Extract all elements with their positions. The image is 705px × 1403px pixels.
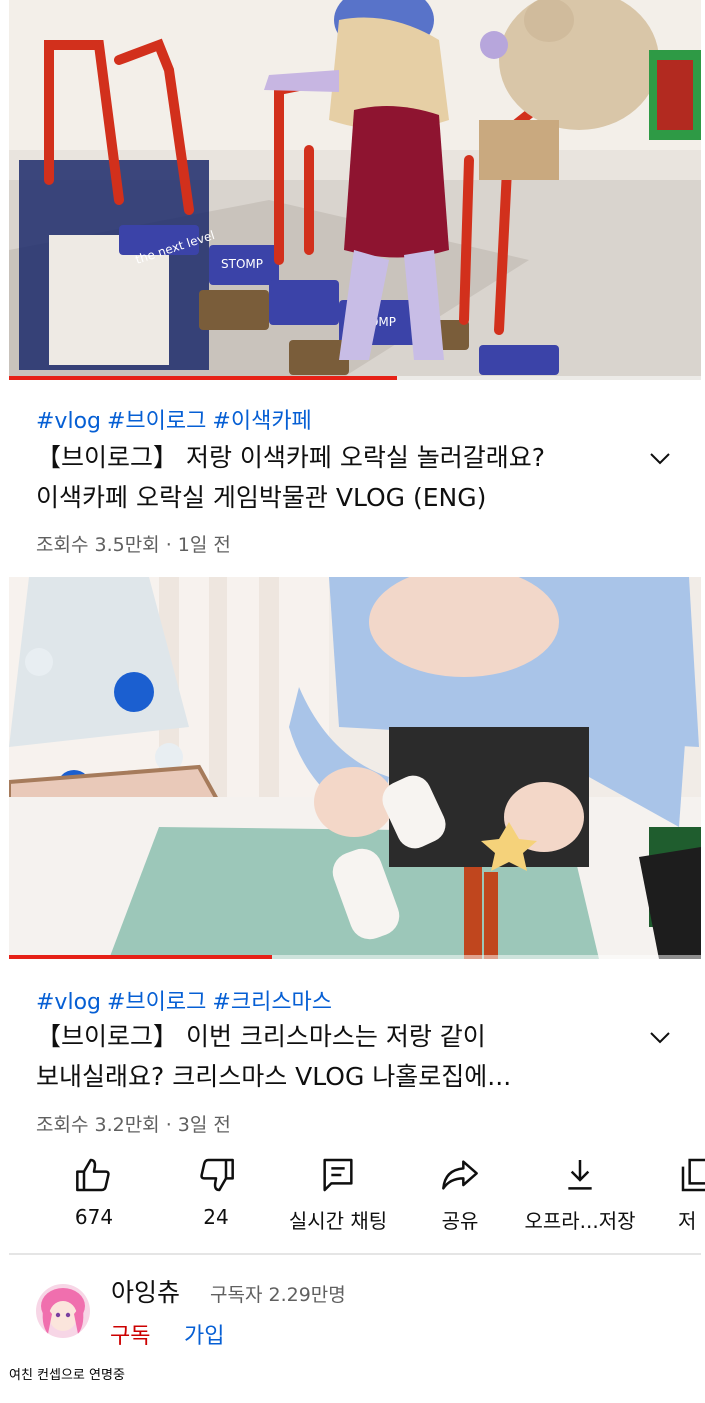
subscribe-button[interactable]: 구독 <box>110 1318 150 1350</box>
stomp-label: STOMP <box>221 257 263 271</box>
share-icon <box>442 1160 478 1190</box>
download-button[interactable]: 오프라...저장 <box>520 1155 640 1234</box>
video-thumbnail-2[interactable]: Merry Christmas <box>9 577 701 959</box>
video-1-meta: 조회수 3.5만회 · 1일 전 <box>36 534 231 556</box>
thumbnail-image-christmas: Merry Christmas <box>9 577 701 959</box>
hashtag-link[interactable]: #이색카페 <box>212 409 311 434</box>
video-1-title-line1: 【브이로그】 저랑 이색카페 오락실 놀러갈래요? <box>36 443 546 472</box>
join-button[interactable]: 가입 <box>184 1318 224 1350</box>
section-divider <box>9 1253 701 1255</box>
video-1-title[interactable]: 【브이로그】 저랑 이색카페 오락실 놀러갈래요? 이색카페 오락실 게임박물관… <box>36 438 626 518</box>
chevron-down-icon[interactable] <box>648 446 672 470</box>
video-2-title[interactable]: 【브이로그】 이번 크리스마스는 저랑 같이 보내실래요? 크리스마스 VLOG… <box>36 1017 626 1097</box>
video-actions-bar: 674 24 실시간 채팅 공유 오프라...저장 저 <box>0 1155 705 1245</box>
like-button[interactable]: 674 <box>54 1155 134 1229</box>
download-icon <box>568 1160 592 1190</box>
video-2-hashtags: #vlog #브이로그 #크리스마스 <box>36 984 338 1016</box>
chevron-down-icon[interactable] <box>648 1025 672 1049</box>
video-2-title-line1: 【브이로그】 이번 크리스마스는 저랑 같이 <box>36 1022 486 1051</box>
video-thumbnail-1[interactable]: STOMP STOMP the next level <box>9 0 701 380</box>
download-label: 오프라...저장 <box>524 1209 636 1233</box>
live-chat-button[interactable]: 실시간 채팅 <box>283 1155 393 1234</box>
dislike-count: 24 <box>203 1205 229 1229</box>
share-label: 공유 <box>441 1209 479 1233</box>
video-2-title-line2: 보내실래요? 크리스마스 VLOG 나홀로집에... <box>36 1062 512 1091</box>
channel-avatar[interactable] <box>36 1284 90 1338</box>
save-label: 저 <box>678 1209 697 1233</box>
save-icon <box>681 1158 705 1192</box>
watch-progress-bar-2 <box>9 955 272 959</box>
thumbnail-image-arcade: STOMP STOMP the next level <box>9 0 701 380</box>
share-button[interactable]: 공유 <box>420 1155 500 1234</box>
video-1-hashtags: #vlog #브이로그 #이색카페 <box>36 403 318 435</box>
hashtag-link[interactable]: #브이로그 <box>107 990 206 1015</box>
channel-name[interactable]: 아잉츄 <box>111 1273 180 1309</box>
like-count: 674 <box>74 1205 114 1229</box>
hashtag-link[interactable]: #브이로그 <box>107 409 206 434</box>
live-chat-icon <box>323 1158 353 1192</box>
thumbs-down-icon <box>200 1158 234 1192</box>
post-caption: 여친 컨셉으로 연명중 <box>9 1368 125 1383</box>
live-chat-label: 실시간 채팅 <box>288 1209 388 1233</box>
dislike-button[interactable]: 24 <box>176 1155 256 1229</box>
hashtag-link[interactable]: #vlog <box>36 409 101 434</box>
hashtag-link[interactable]: #vlog <box>36 990 101 1015</box>
save-button[interactable]: 저 <box>678 1155 705 1234</box>
video-2-meta: 조회수 3.2만회 · 3일 전 <box>36 1114 231 1136</box>
thumbs-up-icon <box>76 1158 110 1192</box>
hashtag-link[interactable]: #크리스마스 <box>212 990 332 1015</box>
video-1-title-line2: 이색카페 오락실 게임박물관 VLOG (ENG) <box>36 483 487 512</box>
avatar-image <box>36 1284 90 1338</box>
subscriber-count: 구독자 2.29만명 <box>210 1284 346 1306</box>
watch-progress-bar-1 <box>9 376 397 380</box>
